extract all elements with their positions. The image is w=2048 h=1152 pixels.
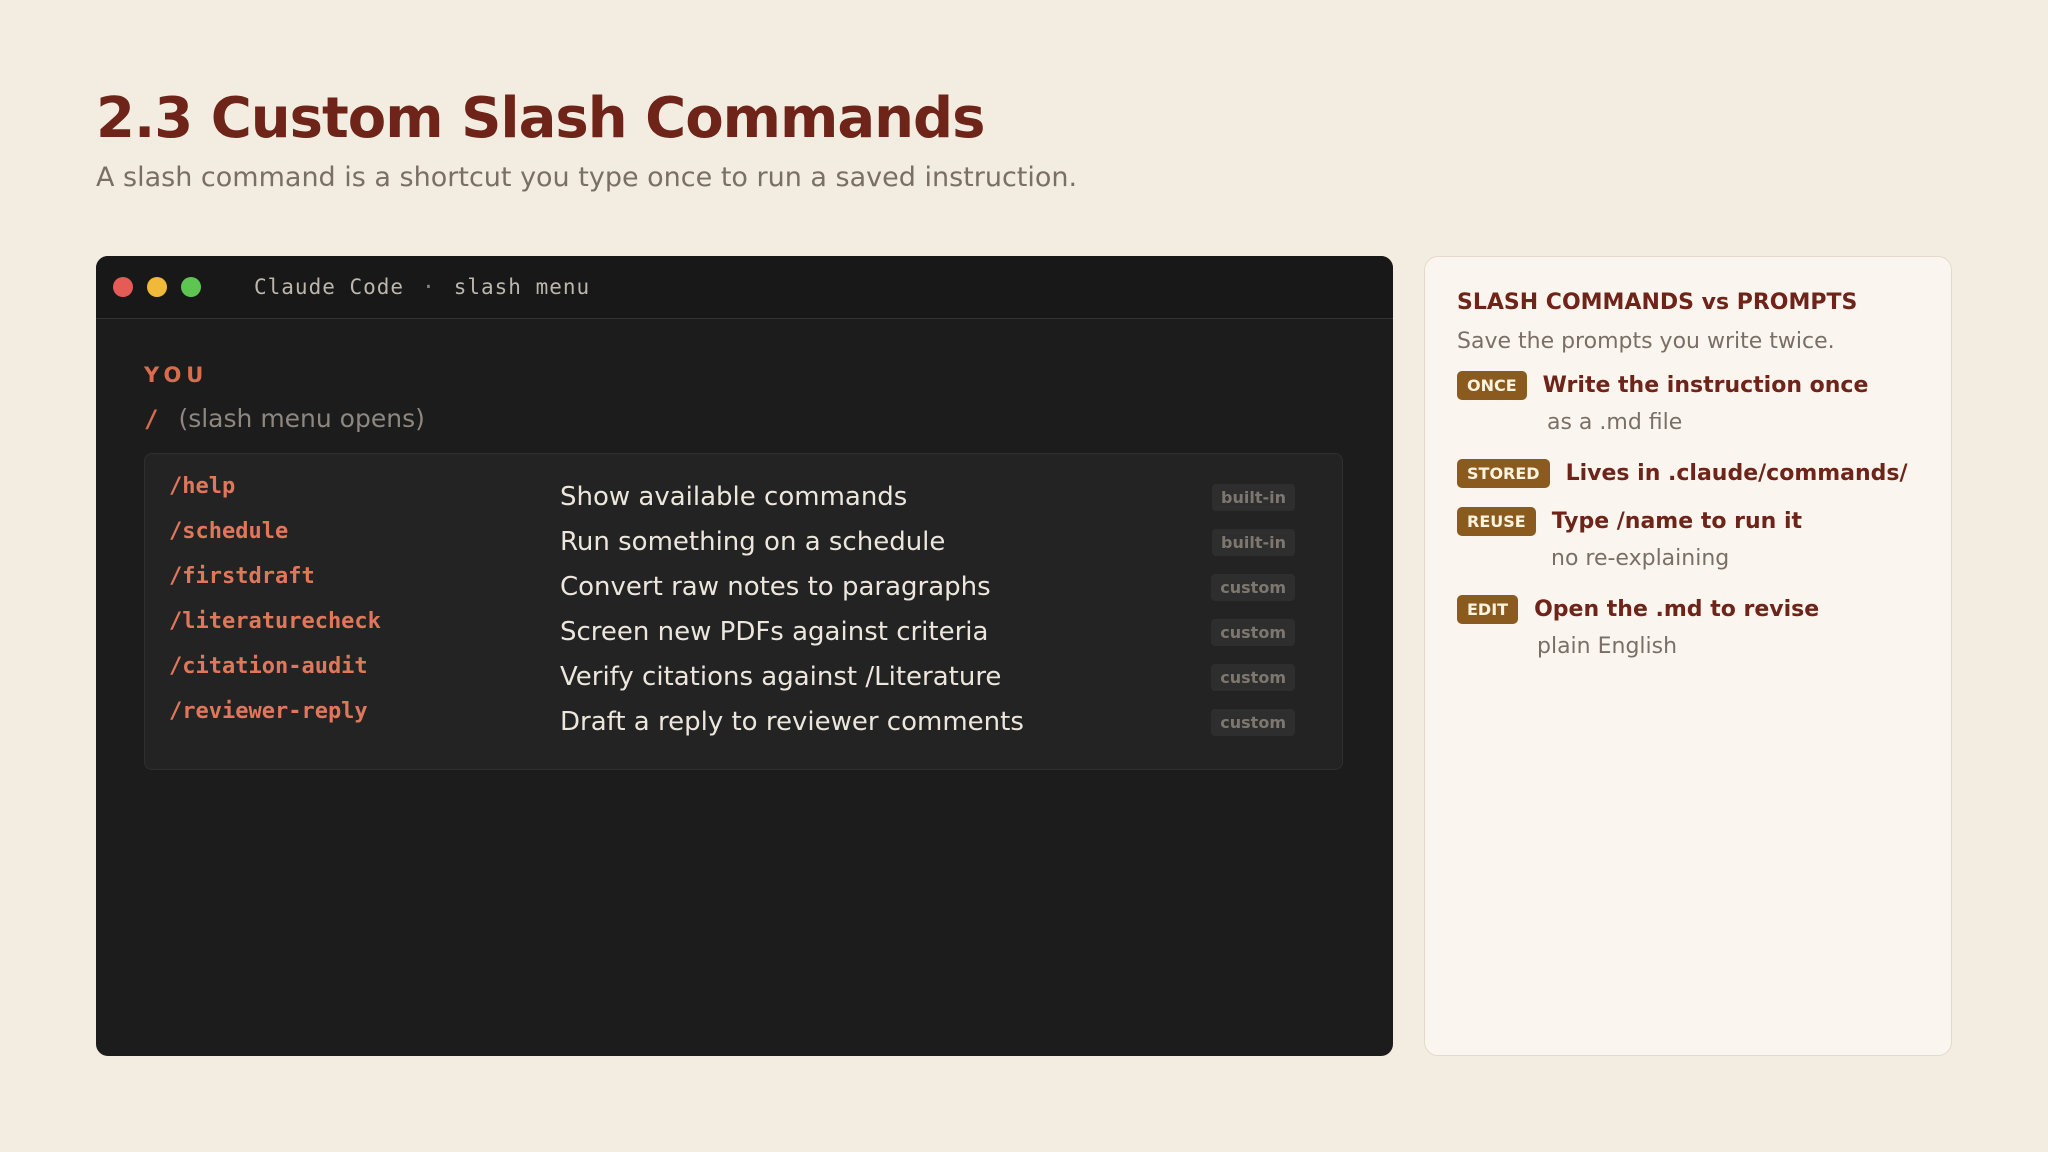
item-badge: REUSE — [1457, 507, 1536, 536]
command-name: /citation-audit — [169, 654, 368, 679]
card-item-reuse: REUSE Type /name to run it no re-explaini… — [1457, 507, 1802, 571]
page-subtitle: A slash command is a shortcut you type o… — [96, 162, 1078, 193]
card-item-once: ONCE Write the instruction once as a .md … — [1457, 371, 1868, 435]
card-subtitle: Save the prompts you write twice. — [1457, 329, 1835, 354]
slide: 2.3 Custom Slash Commands A slash comman… — [0, 0, 2048, 1152]
terminal-window: Claude Code · slash menu YOU / (slash menu… — [96, 256, 1393, 1056]
card-title: SLASH COMMANDS vs PROMPTS — [1457, 290, 1858, 315]
speaker-label: YOU — [144, 363, 209, 387]
command-type-badge: custom — [1211, 709, 1295, 736]
command-description: Run something on a schedule — [560, 527, 946, 557]
terminal-title: Claude Code · slash menu — [254, 275, 590, 299]
command-name: /literaturecheck — [169, 609, 381, 634]
command-type-badge: built-in — [1212, 484, 1295, 511]
terminal-title-bar: Claude Code · slash menu — [96, 256, 1393, 319]
item-heading: Open the .md to revise — [1534, 597, 1820, 622]
command-description: Screen new PDFs against criteria — [560, 617, 989, 647]
card-item-edit: EDIT Open the .md to revise plain English — [1457, 595, 1819, 659]
item-badge: STORED — [1457, 459, 1550, 488]
command-type-badge: custom — [1211, 619, 1295, 646]
maximize-window-icon[interactable] — [181, 277, 201, 297]
command-description: Convert raw notes to paragraphs — [560, 572, 991, 602]
prompt-line[interactable]: / (slash menu opens) — [144, 404, 425, 433]
menu-item-reviewer-reply[interactable]: /reviewer-reply Draft a reply to reviewe… — [145, 699, 1342, 744]
item-note: plain English — [1537, 634, 1678, 659]
prompt-input[interactable]: / — [144, 405, 158, 433]
item-heading: Type /name to run it — [1551, 509, 1802, 534]
menu-item-schedule[interactable]: /schedule Run something on a schedule bu… — [145, 519, 1342, 564]
menu-item-firstdraft[interactable]: /firstdraft Convert raw notes to paragra… — [145, 564, 1342, 609]
info-card: SLASH COMMANDS vs PROMPTS Save the promp… — [1424, 256, 1952, 1056]
item-heading: Lives in .claude/commands/ — [1565, 461, 1908, 486]
item-badge: ONCE — [1457, 371, 1527, 400]
command-name: /reviewer-reply — [169, 699, 368, 724]
menu-item-literaturecheck[interactable]: /literaturecheck Screen new PDFs against… — [145, 609, 1342, 654]
menu-item-citation-audit[interactable]: /citation-audit Verify citations against… — [145, 654, 1342, 699]
command-type-badge: custom — [1211, 574, 1295, 601]
command-description: Verify citations against /Literature — [560, 662, 1002, 692]
command-description: Show available commands — [560, 482, 908, 512]
command-name: /firstdraft — [169, 564, 315, 589]
item-badge: EDIT — [1457, 595, 1519, 624]
view-name: slash menu — [453, 275, 591, 299]
close-window-icon[interactable] — [113, 277, 133, 297]
title-separator: · — [422, 275, 436, 299]
item-heading: Write the instruction once — [1542, 373, 1869, 398]
command-type-badge: built-in — [1212, 529, 1295, 556]
minimize-window-icon[interactable] — [147, 277, 167, 297]
menu-item-help[interactable]: /help Show available commands built-in — [145, 474, 1342, 519]
item-note: as a .md file — [1547, 410, 1683, 435]
prompt-hint: (slash menu opens) — [178, 404, 425, 433]
command-name: /help — [169, 474, 236, 499]
command-type-badge: custom — [1211, 664, 1295, 691]
item-note: no re-explaining — [1551, 546, 1730, 571]
card-item-stored: STORED Lives in .claude/commands/ — [1457, 459, 1908, 488]
command-name: /schedule — [169, 519, 289, 544]
page-title: 2.3 Custom Slash Commands — [96, 86, 985, 151]
slash-command-menu: /help Show available commands built-in /… — [144, 453, 1343, 770]
command-description: Draft a reply to reviewer comments — [560, 707, 1024, 737]
app-name: Claude Code — [254, 275, 405, 299]
